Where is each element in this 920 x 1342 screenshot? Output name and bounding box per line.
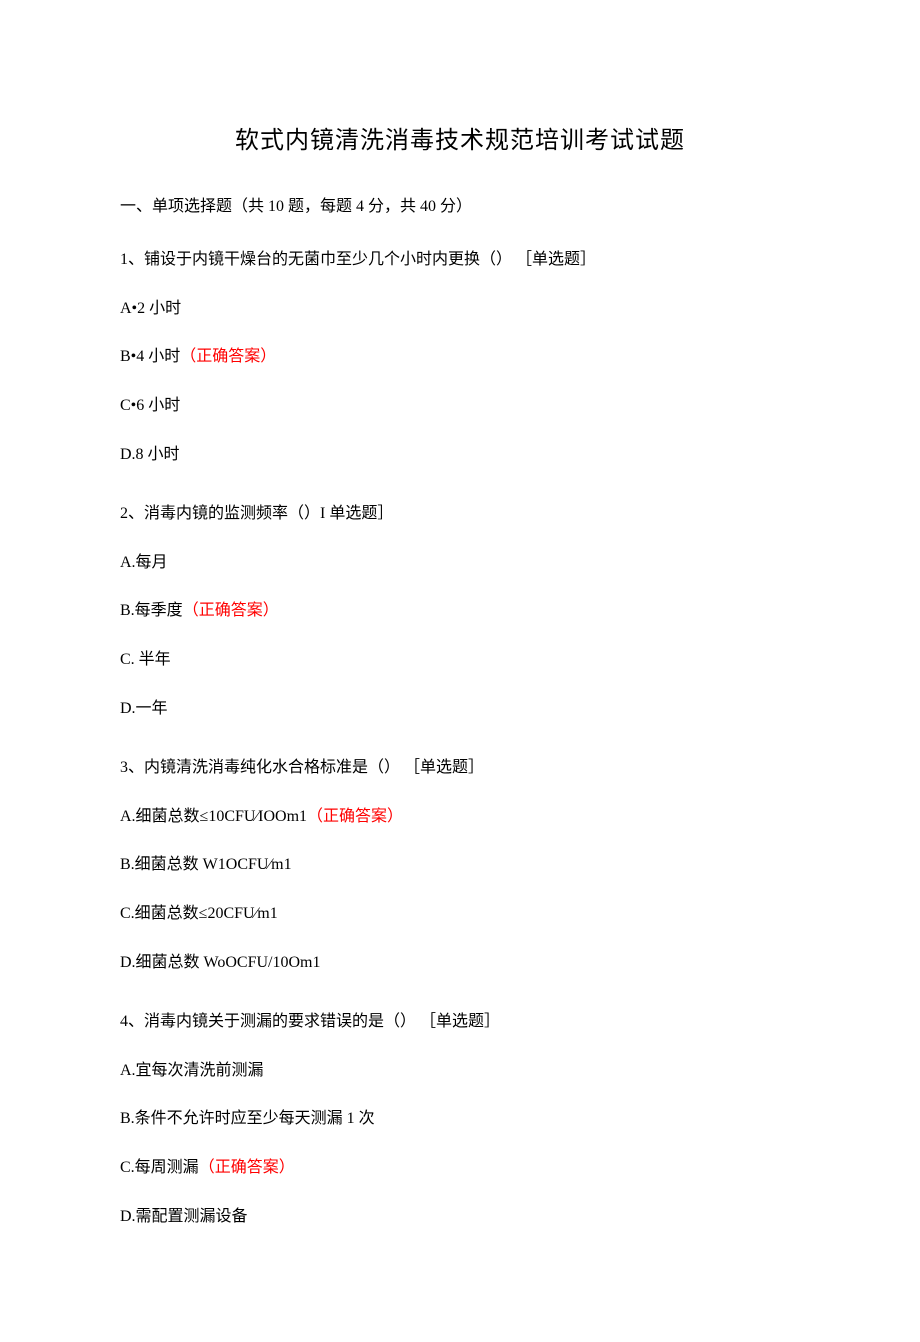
section-header: 一、单项选择题（共 10 题，每题 4 分，共 40 分） [120,193,800,222]
question-block: 3、内镜清洗消毒纯化水合格标准是（） ［单选题］ A.细菌总数≤10CFU⁄IOO… [120,754,800,978]
option-label: D.细菌总数 WoOCFU/10Om1 [120,954,321,971]
question-text: 1、铺设于内镜干燥台的无菌巾至少几个小时内更换（） ［单选题］ [120,246,800,275]
answer-option: B.细菌总数 W1OCFU⁄m1 [120,851,800,880]
document-title: 软式内镜清洗消毒技术规范培训考试试题 [120,120,800,155]
question-block: 2、消毒内镜的监测频率（）I 单选题］ A.每月 B.每季度（正确答案） C. 半年 D… [120,500,800,724]
option-label: C.细菌总数≤20CFU⁄m1 [120,905,278,922]
option-label: B.细菌总数 W1OCFU⁄m1 [120,856,292,873]
option-label: A.每月 [120,554,168,571]
answer-option: A.细菌总数≤10CFU⁄IOOm1（正确答案） [120,803,800,832]
question-block: 1、铺设于内镜干燥台的无菌巾至少几个小时内更换（） ［单选题］ A•2 小时 B•4… [120,246,800,470]
answer-option: A.每月 [120,549,800,578]
answer-option: A.宜每次清洗前测漏 [120,1057,800,1086]
answer-option: B.条件不允许时应至少每天测漏 1 次 [120,1105,800,1134]
answer-option: D.需配置测漏设备 [120,1203,800,1232]
correct-answer-marker: （正确答案） [180,348,276,365]
answer-option: C•6 小时 [120,392,800,421]
answer-option: C. 半年 [120,646,800,675]
correct-answer-marker: （正确答案） [183,602,279,619]
answer-option: B.每季度（正确答案） [120,597,800,626]
option-label: A.细菌总数≤10CFU⁄IOOm1 [120,808,307,825]
answer-option: C.细菌总数≤20CFU⁄m1 [120,900,800,929]
option-label: A•2 小时 [120,300,181,317]
question-block: 4、消毒内镜关于测漏的要求错误的是（） ［单选题］ A.宜每次清洗前测漏 B.条件不… [120,1008,800,1232]
option-label: C.每周测漏 [120,1159,199,1176]
option-label: D.需配置测漏设备 [120,1208,248,1225]
question-text: 2、消毒内镜的监测频率（）I 单选题］ [120,500,800,529]
option-label: B.条件不允许时应至少每天测漏 1 次 [120,1110,375,1127]
answer-option: C.每周测漏（正确答案） [120,1154,800,1183]
correct-answer-marker: （正确答案） [307,808,403,825]
question-text: 4、消毒内镜关于测漏的要求错误的是（） ［单选题］ [120,1008,800,1037]
answer-option: A•2 小时 [120,295,800,324]
option-label: D.8 小时 [120,446,180,463]
correct-answer-marker: （正确答案） [199,1159,295,1176]
option-label: B•4 小时 [120,348,180,365]
answer-option: D.一年 [120,695,800,724]
answer-option: D.细菌总数 WoOCFU/10Om1 [120,949,800,978]
answer-option: D.8 小时 [120,441,800,470]
option-label: C. 半年 [120,651,171,668]
answer-option: B•4 小时（正确答案） [120,343,800,372]
questions-container: 1、铺设于内镜干燥台的无菌巾至少几个小时内更换（） ［单选题］ A•2 小时 B•4… [120,246,800,1232]
question-text: 3、内镜清洗消毒纯化水合格标准是（） ［单选题］ [120,754,800,783]
option-label: C•6 小时 [120,397,180,414]
document-page: 软式内镜清洗消毒技术规范培训考试试题 一、单项选择题（共 10 题，每题 4 分… [0,0,920,1342]
option-label: D.一年 [120,700,168,717]
option-label: B.每季度 [120,602,183,619]
option-label: A.宜每次清洗前测漏 [120,1062,264,1079]
